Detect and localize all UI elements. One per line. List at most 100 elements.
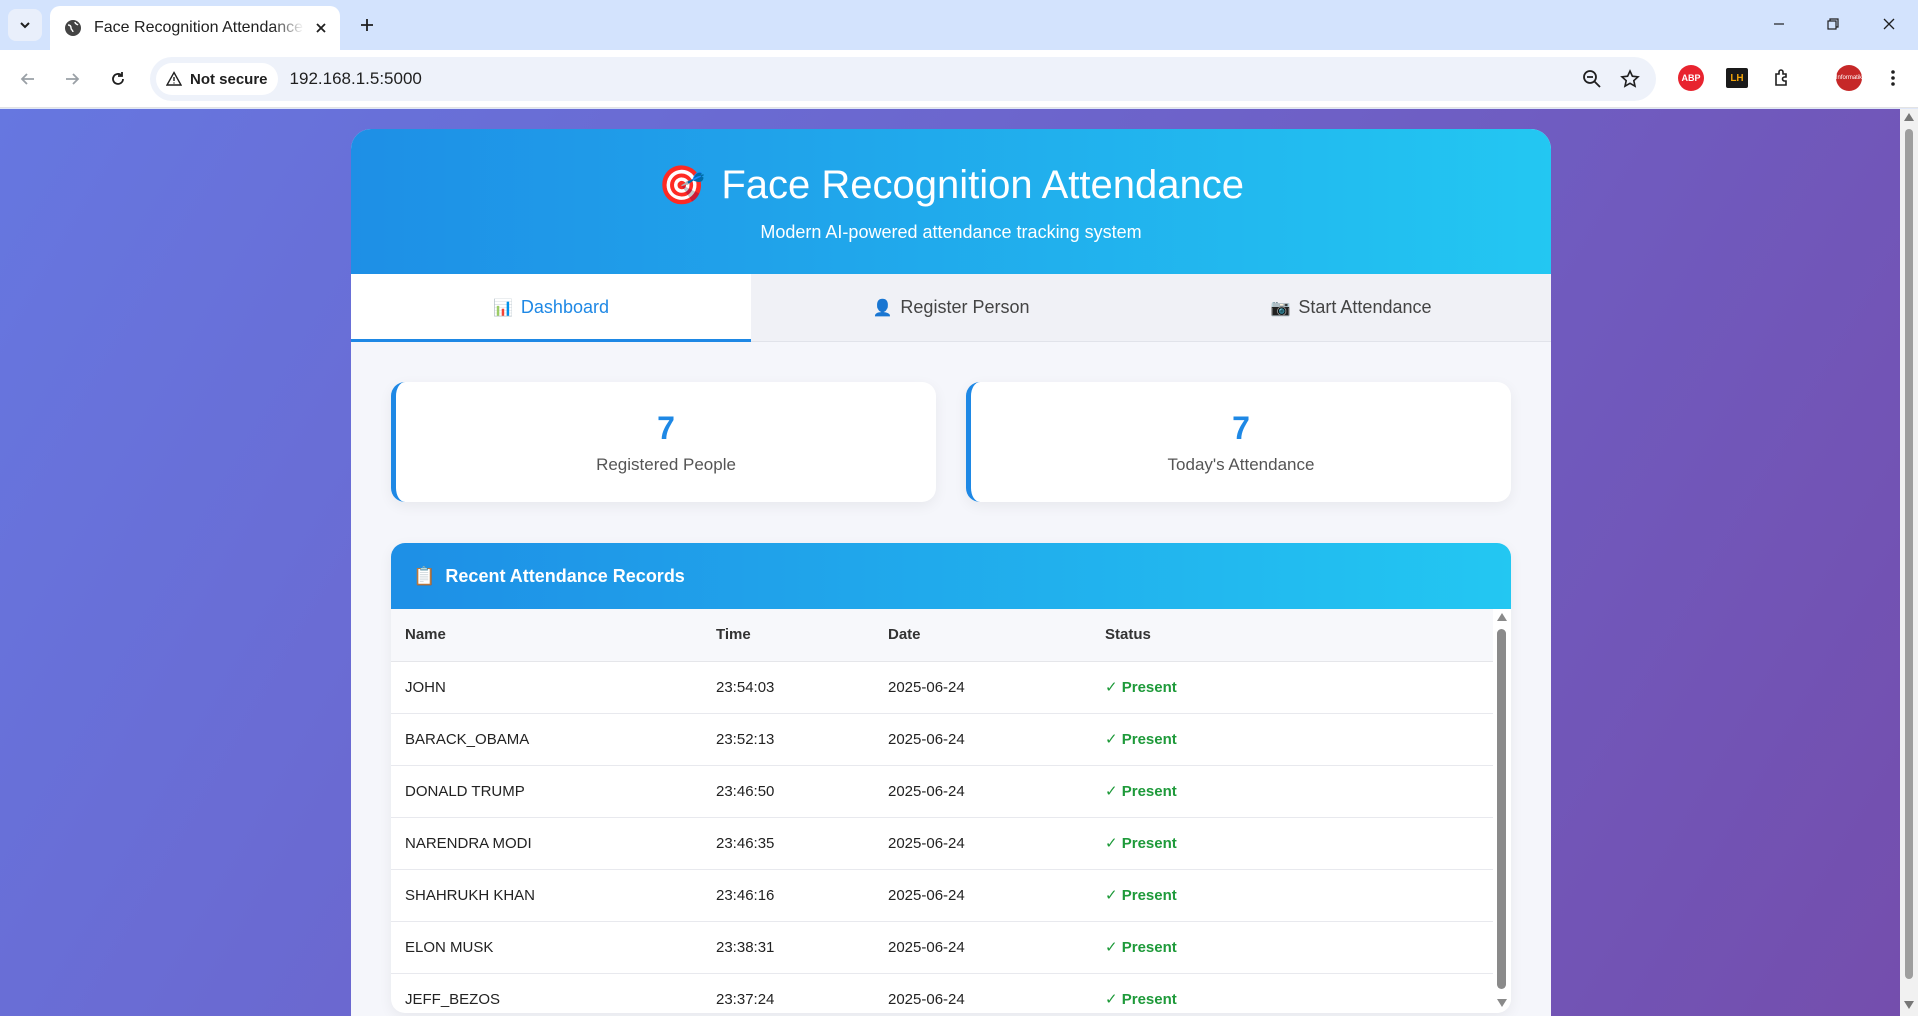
cell-name: DONALD TRUMP: [391, 765, 702, 818]
tab-dashboard[interactable]: 📊 Dashboard: [351, 274, 751, 342]
cell-date: 2025-06-24: [874, 869, 1091, 922]
tab-close-button[interactable]: [314, 21, 328, 35]
cell-name: JEFF_BEZOS: [391, 973, 702, 1013]
stat-card-today: 7 Today's Attendance: [966, 382, 1511, 502]
back-button[interactable]: [12, 63, 44, 95]
cell-status: ✓ Present: [1091, 869, 1493, 922]
tab-title: Face Recognition Attendance System: [94, 19, 304, 36]
cell-time: 23:38:31: [702, 921, 874, 974]
stat-registered-value: 7: [657, 410, 675, 446]
menu-kebab-icon[interactable]: [1880, 65, 1906, 91]
minimize-icon: [1774, 23, 1784, 25]
cell-status: ✓ Present: [1091, 973, 1493, 1013]
page-scroll-thumb[interactable]: [1905, 129, 1913, 979]
warning-icon: [166, 71, 182, 86]
restore-button[interactable]: [1810, 6, 1856, 42]
new-tab-button[interactable]: [352, 10, 382, 40]
records-table: Name Time Date Status JOHN 23:54:03 2025…: [391, 609, 1493, 1013]
minimize-button[interactable]: [1756, 6, 1802, 42]
cell-time: 23:54:03: [702, 661, 874, 714]
records-title: Recent Attendance Records: [445, 565, 685, 586]
tab-search-button[interactable]: [8, 9, 42, 41]
scroll-up-arrow-icon[interactable]: [1497, 613, 1507, 621]
cell-date: 2025-06-24: [874, 661, 1091, 714]
forward-button[interactable]: [56, 63, 88, 95]
arrow-right-icon: [66, 73, 80, 85]
tab-register-person[interactable]: 👤 Register Person: [751, 274, 1151, 341]
cell-date: 2025-06-24: [874, 713, 1091, 766]
close-window-button[interactable]: [1866, 6, 1912, 42]
records-scroll-thumb[interactable]: [1497, 629, 1506, 989]
records-panel: 📋 Recent Attendance Records Name Time Da…: [391, 543, 1511, 1013]
person-icon: 👤: [872, 299, 893, 317]
stat-today-label: Today's Attendance: [1167, 455, 1315, 474]
reload-icon: [112, 72, 124, 85]
page-scroll-up-arrow-icon[interactable]: [1904, 113, 1914, 121]
arrow-left-icon: [20, 73, 34, 85]
reload-button[interactable]: [102, 63, 134, 95]
table-row: ELON MUSK 23:38:31 2025-06-24 ✓ Present: [391, 921, 1493, 974]
url-text[interactable]: 192.168.1.5:5000: [290, 69, 422, 89]
main-tabs: 📊 Dashboard 👤 Register Person 📷 Start At…: [351, 274, 1551, 342]
security-chip[interactable]: Not secure: [156, 63, 278, 95]
close-icon: [316, 23, 326, 33]
records-table-container[interactable]: Name Time Date Status JOHN 23:54:03 2025…: [391, 609, 1511, 1013]
cell-date: 2025-06-24: [874, 973, 1091, 1013]
cell-name: SHAHRUKH KHAN: [391, 869, 702, 922]
cell-status: ✓ Present: [1091, 713, 1493, 766]
cell-time: 23:46:50: [702, 765, 874, 818]
column-header-status: Status: [1091, 609, 1493, 662]
tab-register-person-label: Register Person: [900, 297, 1030, 317]
records-scrollbar[interactable]: [1493, 609, 1511, 1013]
star-icon[interactable]: [1620, 69, 1640, 89]
stats-row: 7 Registered People 7 Today's Attendance: [351, 342, 1551, 502]
browser-tabstrip: Face Recognition Attendance System: [0, 0, 1918, 50]
column-header-name: Name: [391, 609, 702, 662]
cell-date: 2025-06-24: [874, 817, 1091, 870]
column-header-date: Date: [874, 609, 1091, 662]
table-row: BARACK_OBAMA 23:52:13 2025-06-24 ✓ Prese…: [391, 713, 1493, 766]
cell-name: NARENDRA MODI: [391, 817, 702, 870]
profile-avatar[interactable]: Informatik: [1836, 65, 1862, 91]
column-header-time: Time: [702, 609, 874, 662]
browser-tab[interactable]: Face Recognition Attendance System: [50, 6, 340, 50]
table-header-row: Name Time Date Status: [391, 609, 1493, 662]
adblock-extension-icon[interactable]: ABP: [1678, 65, 1704, 91]
cell-time: 23:46:16: [702, 869, 874, 922]
extensions-puzzle-icon[interactable]: [1769, 65, 1795, 91]
security-label: Not secure: [190, 70, 268, 88]
table-row: JOHN 23:54:03 2025-06-24 ✓ Present: [391, 661, 1493, 714]
address-bar[interactable]: Not secure 192.168.1.5:5000: [150, 57, 1656, 101]
stat-card-registered: 7 Registered People: [391, 382, 936, 502]
page-subtitle: Modern AI-powered attendance tracking sy…: [760, 222, 1142, 242]
close-icon: [1883, 18, 1895, 30]
chevron-down-icon: [20, 22, 30, 29]
cell-date: 2025-06-24: [874, 921, 1091, 974]
cell-status: ✓ Present: [1091, 921, 1493, 974]
tab-start-attendance-label: Start Attendance: [1298, 297, 1432, 317]
globe-icon: [65, 20, 81, 36]
page-scroll-down-arrow-icon[interactable]: [1904, 1001, 1914, 1009]
scroll-down-arrow-icon[interactable]: [1497, 999, 1507, 1007]
cell-time: 23:46:35: [702, 817, 874, 870]
camera-icon: 📷: [1270, 299, 1291, 317]
page-scrollbar[interactable]: [1900, 109, 1918, 1016]
cell-time: 23:52:13: [702, 713, 874, 766]
records-header: 📋 Recent Attendance Records: [391, 543, 1511, 609]
app-header: 🎯 Face Recognition Attendance Modern AI-…: [351, 129, 1551, 274]
tab-start-attendance[interactable]: 📷 Start Attendance: [1151, 274, 1551, 341]
restore-icon: [1827, 18, 1839, 30]
lh-extension-icon[interactable]: LH: [1726, 68, 1748, 88]
table-row: JEFF_BEZOS 23:37:24 2025-06-24 ✓ Present: [391, 973, 1493, 1013]
stat-today-value: 7: [1232, 410, 1250, 446]
table-row: SHAHRUKH KHAN 23:46:16 2025-06-24 ✓ Pres…: [391, 869, 1493, 922]
cell-status: ✓ Present: [1091, 817, 1493, 870]
browser-toolbar: Not secure 192.168.1.5:5000 ABP LH Infor…: [0, 50, 1918, 108]
cell-status: ✓ Present: [1091, 661, 1493, 714]
zoom-icon[interactable]: [1582, 69, 1602, 89]
cell-name: ELON MUSK: [391, 921, 702, 974]
chart-icon: 📊: [493, 299, 513, 317]
cell-date: 2025-06-24: [874, 765, 1091, 818]
cell-time: 23:37:24: [702, 973, 874, 1013]
stat-registered-label: Registered People: [596, 455, 736, 474]
